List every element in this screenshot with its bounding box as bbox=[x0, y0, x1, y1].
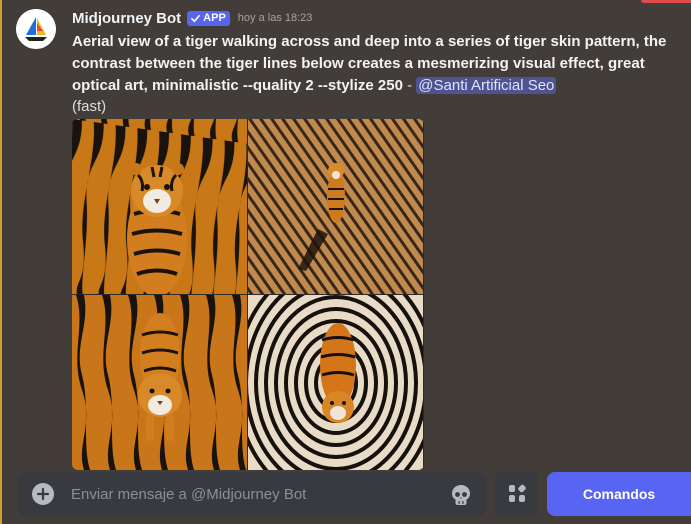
image-tile-1[interactable] bbox=[72, 119, 247, 294]
attach-button[interactable] bbox=[32, 483, 54, 505]
chat-message: Midjourney Bot APP hoy a las 18:23 Aeria… bbox=[0, 0, 691, 470]
message-composer bbox=[17, 472, 487, 516]
image-grid[interactable] bbox=[72, 119, 424, 470]
message-content: Aerial view of a tiger walking across an… bbox=[72, 31, 672, 97]
prompt-text: Aerial view of a tiger walking across an… bbox=[72, 33, 667, 94]
message-timestamp[interactable]: hoy a las 18:23 bbox=[238, 12, 313, 24]
apps-grid-icon bbox=[508, 484, 526, 502]
image-tile-2[interactable] bbox=[248, 119, 423, 294]
tiger-image-2 bbox=[248, 119, 423, 294]
app-badge-label: APP bbox=[203, 12, 226, 24]
message-header: Midjourney Bot APP hoy a las 18:23 bbox=[72, 8, 312, 28]
image-tile-3[interactable] bbox=[72, 295, 247, 470]
author-name[interactable]: Midjourney Bot bbox=[72, 10, 181, 27]
plus-circle-icon bbox=[37, 488, 49, 500]
tiger-image-3 bbox=[72, 295, 247, 470]
image-tile-4[interactable] bbox=[248, 295, 423, 470]
skull-emoji-icon bbox=[452, 485, 470, 505]
apps-button[interactable] bbox=[495, 472, 538, 516]
separator: - bbox=[402, 77, 417, 94]
speed-label: (fast) bbox=[72, 98, 107, 115]
bot-avatar[interactable] bbox=[16, 9, 56, 49]
sailboat-avatar-icon bbox=[16, 9, 56, 49]
user-mention[interactable]: @Santi Artificial Seo bbox=[416, 77, 557, 94]
tiger-image-1 bbox=[72, 119, 247, 294]
verified-check-icon bbox=[191, 14, 201, 22]
emoji-button[interactable] bbox=[449, 483, 473, 507]
commands-button[interactable]: Comandos bbox=[547, 472, 691, 516]
message-input[interactable] bbox=[71, 472, 431, 516]
tiger-image-4 bbox=[248, 295, 423, 470]
app-badge: APP bbox=[187, 10, 230, 26]
